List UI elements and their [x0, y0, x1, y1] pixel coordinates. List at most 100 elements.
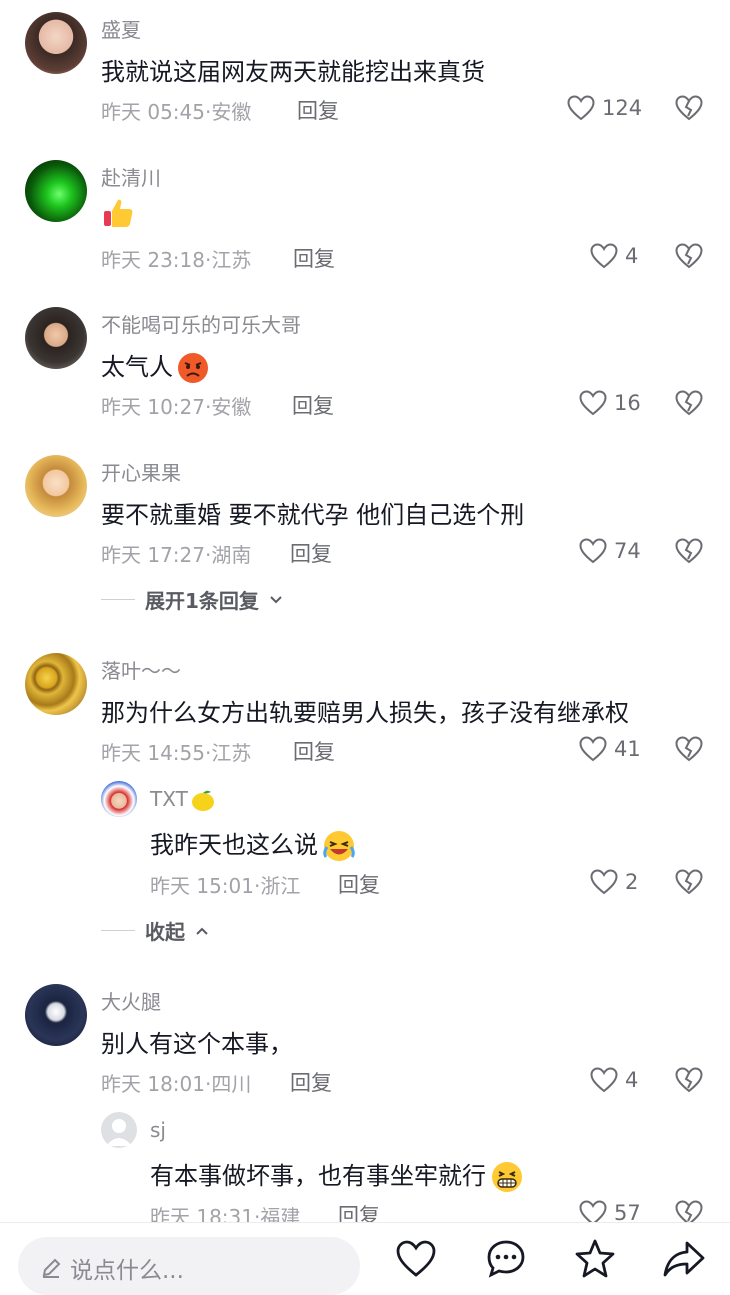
comment-meta: 昨天 23:18·江苏 [101, 248, 252, 272]
comment-author[interactable]: 开心果果 [101, 457, 181, 486]
comment-time: 昨天 10:27 [101, 395, 205, 419]
heart-icon [578, 536, 608, 566]
reply-time: 昨天 15:01 [150, 874, 254, 898]
broken-heart-icon[interactable] [674, 1065, 704, 1095]
reply-author[interactable]: sj [150, 1118, 166, 1142]
heart-icon [578, 388, 608, 418]
chevron-up-icon [196, 927, 208, 935]
comment-time: 昨天 05:45 [101, 100, 205, 124]
reply-location: 浙江 [260, 874, 301, 898]
laughing-crying-emoji [323, 831, 355, 861]
heart-icon [589, 867, 619, 897]
comment-item: 盛夏 我就说这届网友两天就能挖出来真货 昨天 05:45·安徽 回复 124 [0, 0, 730, 140]
reply-avatar[interactable] [101, 1112, 137, 1148]
reply-button[interactable]: 回复 [338, 869, 380, 899]
grinning-emoji [492, 1162, 522, 1192]
comment-meta: 昨天 14:55·江苏 [101, 741, 252, 765]
comment-text: 要不就重婚 要不就代孕 他们自己选个刑 [101, 501, 525, 529]
heart-icon [589, 241, 619, 271]
like-button[interactable]: 4 [589, 241, 638, 271]
like-count: 41 [614, 737, 641, 761]
comment-item: 赴清川 昨天 23:18·江苏 回复 4 [0, 148, 730, 288]
heart-icon[interactable] [394, 1237, 438, 1281]
divider [101, 599, 135, 600]
chevron-down-icon [270, 595, 282, 603]
like-button[interactable]: 4 [589, 1065, 638, 1095]
comment-time: 昨天 17:27 [101, 543, 205, 567]
comment-item: 开心果果 要不就重婚 要不就代孕 他们自己选个刑 昨天 17:27·湖南 回复 … [0, 443, 730, 623]
comment-location: 江苏 [211, 741, 252, 765]
reply-button[interactable]: 回复 [292, 390, 334, 420]
comment-location: 安徽 [211, 100, 252, 124]
comment-author[interactable]: 不能喝可乐的可乐大哥 [101, 309, 301, 338]
comment-item: 大火腿 别人有这个本事， 昨天 18:01·四川 回复 4 sj 有本事做坏事，… [0, 972, 730, 1229]
reply-button[interactable]: 回复 [290, 1067, 332, 1097]
like-count: 4 [625, 244, 639, 268]
heart-icon [578, 734, 608, 764]
comment-text: 那为什么女方出轨要赔男人损失，孩子没有继承权 [101, 699, 629, 727]
comment-author[interactable]: 盛夏 [101, 14, 141, 43]
comment-author[interactable]: 赴清川 [101, 162, 161, 191]
comment-text: 别人有这个本事， [101, 1030, 293, 1058]
lemon-emoji [191, 790, 214, 811]
comment-text: 我就说这届网友两天就能挖出来真货 [101, 58, 485, 86]
bottom-action-bar: 说点什么... [0, 1222, 730, 1295]
avatar[interactable] [25, 307, 87, 369]
reply-button[interactable]: 回复 [293, 736, 335, 766]
star-icon[interactable] [573, 1237, 617, 1281]
broken-heart-icon[interactable] [674, 241, 704, 271]
pen-icon [42, 1258, 61, 1278]
like-count: 16 [614, 391, 641, 415]
avatar[interactable] [25, 160, 87, 222]
comment-author[interactable]: 落叶～～ [101, 655, 181, 684]
comment-meta: 昨天 10:27·安徽 [101, 395, 252, 419]
comment-author[interactable]: 大火腿 [101, 986, 161, 1015]
comment-time: 昨天 23:18 [101, 248, 205, 272]
heart-icon [589, 1065, 619, 1095]
comment-icon[interactable] [484, 1237, 528, 1281]
angry-face-emoji [178, 353, 208, 383]
like-button[interactable]: 74 [578, 536, 641, 566]
broken-heart-icon[interactable] [674, 536, 704, 566]
reply-avatar[interactable] [101, 781, 137, 817]
reply-meta: 昨天 15:01·浙江 [150, 874, 301, 898]
like-count: 124 [602, 96, 643, 120]
comment-text [101, 196, 135, 230]
reply-button[interactable]: 回复 [293, 243, 335, 273]
broken-heart-icon[interactable] [674, 93, 704, 123]
comment-meta: 昨天 05:45·安徽 [101, 100, 252, 124]
like-count: 74 [614, 539, 641, 563]
avatar[interactable] [25, 653, 87, 715]
default-avatar-icon [106, 1119, 132, 1146]
reply-button[interactable]: 回复 [290, 538, 332, 568]
comment-location: 安徽 [211, 395, 252, 419]
collapse-replies-button[interactable]: 收起 [101, 916, 209, 945]
comment-location: 江苏 [211, 248, 252, 272]
avatar[interactable] [25, 984, 87, 1046]
like-button[interactable]: 41 [578, 734, 641, 764]
broken-heart-icon[interactable] [674, 734, 704, 764]
like-count: 4 [625, 1068, 639, 1092]
comment-time: 昨天 18:01 [101, 1072, 205, 1096]
like-button[interactable]: 2 [589, 867, 638, 897]
expand-replies-button[interactable]: 展开1条回复 [101, 585, 283, 614]
heart-icon [566, 93, 596, 123]
comment-item: 不能喝可乐的可乐大哥 太气人 昨天 10:27·安徽 回复 16 [0, 295, 730, 435]
reply-author[interactable]: TXT [150, 787, 216, 814]
like-button[interactable]: 16 [578, 388, 641, 418]
comment-item: 落叶～～ 那为什么女方出轨要赔男人损失，孩子没有继承权 昨天 14:55·江苏 … [0, 641, 730, 961]
reply-text: 我昨天也这么说 [150, 825, 356, 863]
like-count: 2 [625, 870, 639, 894]
comment-meta: 昨天 18:01·四川 [101, 1072, 252, 1096]
broken-heart-icon[interactable] [674, 867, 704, 897]
comment-meta: 昨天 17:27·湖南 [101, 543, 252, 567]
avatar[interactable] [25, 455, 87, 517]
avatar[interactable] [25, 12, 87, 74]
broken-heart-icon[interactable] [674, 388, 704, 418]
comment-input[interactable]: 说点什么... [18, 1237, 360, 1295]
like-button[interactable]: 124 [566, 93, 642, 123]
divider [101, 930, 135, 931]
share-icon[interactable] [662, 1237, 706, 1281]
reply-button[interactable]: 回复 [297, 95, 339, 125]
reply-text: 有本事做坏事，也有事坐牢就行 [150, 1156, 524, 1194]
